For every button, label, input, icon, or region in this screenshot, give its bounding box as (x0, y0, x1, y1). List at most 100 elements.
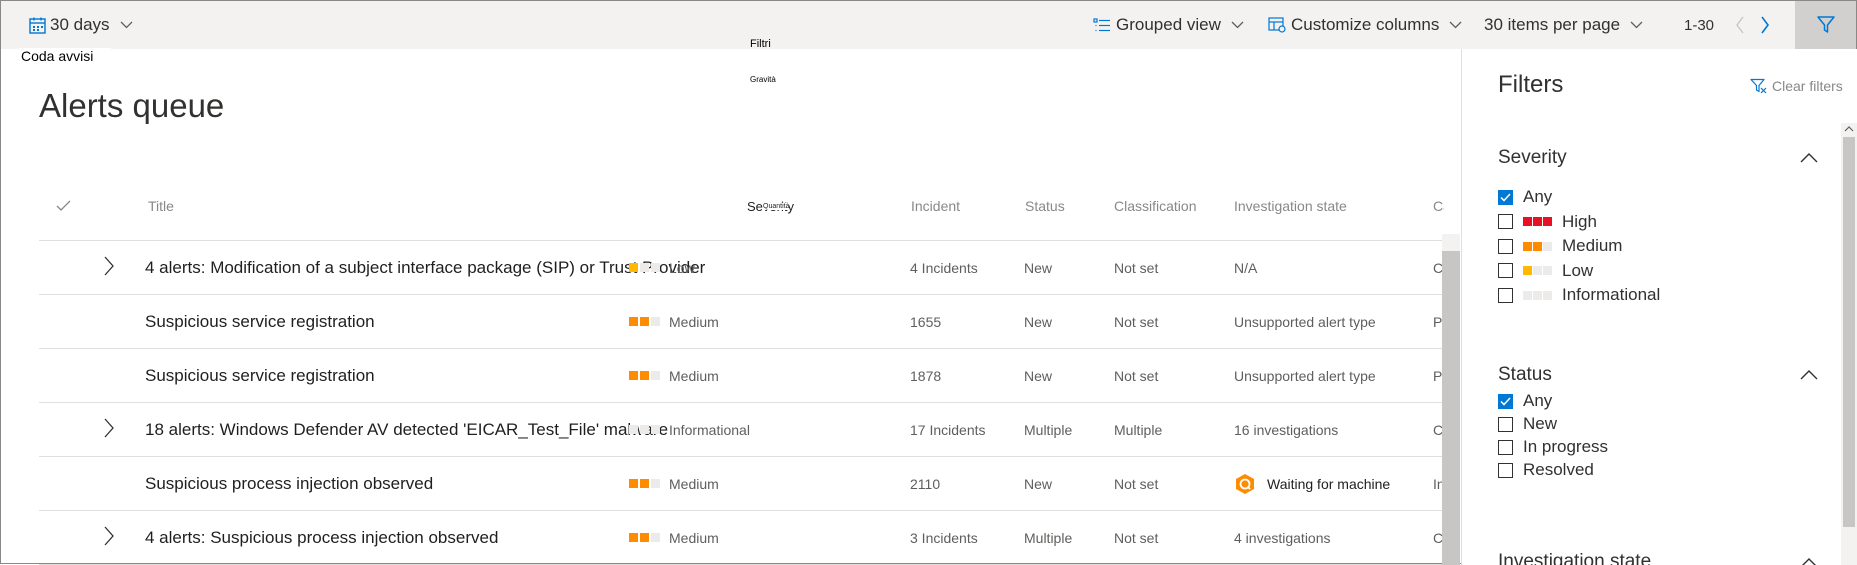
severity-bar (640, 533, 649, 542)
column-header-title[interactable]: Title (148, 198, 174, 214)
cell-classification: Not set (1114, 259, 1159, 276)
severity-bar (640, 425, 649, 434)
checkbox[interactable] (1498, 263, 1513, 278)
severity-indicator (1523, 266, 1552, 275)
cell-classification: Not set (1114, 313, 1159, 330)
severity-option-any[interactable]: Any (1498, 187, 1552, 207)
cell-status: New (1024, 259, 1053, 276)
filter-toggle-button[interactable] (1795, 1, 1856, 49)
previous-page-button[interactable] (1730, 13, 1750, 37)
date-range-picker[interactable]: 30 days (29, 1, 133, 49)
table-scrollbar[interactable] (1442, 234, 1460, 565)
cell-severity: Medium (629, 457, 719, 510)
column-header-severity[interactable]: Severity Quantità (747, 199, 794, 214)
checkbox[interactable] (1498, 439, 1513, 455)
severity-label: Medium (669, 529, 719, 546)
checkbox[interactable] (1498, 462, 1513, 478)
next-page-button[interactable] (1755, 13, 1775, 37)
column-header-status[interactable]: Status (1025, 198, 1065, 214)
severity-bar (1533, 241, 1542, 251)
select-all-check-icon[interactable] (56, 200, 71, 212)
clear-filters-label: Clear filters (1772, 78, 1843, 94)
grouped-view-button[interactable]: Grouped view (1093, 1, 1244, 49)
column-header-investigation-state[interactable]: Investigation state (1234, 198, 1347, 214)
status-option-in-progress[interactable]: In progress (1498, 437, 1608, 457)
cell-classification: Not set (1114, 367, 1159, 384)
table-row[interactable]: 4 alerts: Suspicious process injection o… (39, 510, 1444, 564)
alert-title[interactable]: Suspicious process injection observed (145, 457, 433, 510)
scroll-up-arrow-icon[interactable] (1844, 125, 1854, 133)
chevron-right-icon (1761, 16, 1769, 34)
checkbox[interactable] (1498, 393, 1513, 409)
column-header-classification[interactable]: Classification (1114, 198, 1196, 214)
option-label: Any (1523, 391, 1553, 410)
filters-scrollbar-thumb[interactable] (1843, 137, 1855, 527)
chevron-right-icon[interactable] (101, 417, 117, 439)
filters-panel-title: Filters (1498, 71, 1564, 98)
table-row[interactable]: 4 alerts: Modification of a subject inte… (39, 240, 1444, 294)
table-scrollbar-thumb[interactable] (1442, 251, 1460, 565)
severity-option-informational[interactable]: Informational (1498, 285, 1660, 305)
columns-settings-icon (1268, 17, 1286, 33)
alerts-table: Title Severity Quantità Incident Status … (39, 181, 1444, 565)
chevron-down-icon (1449, 21, 1462, 29)
column-header-incident[interactable]: Incident (911, 198, 960, 214)
chevron-up-icon[interactable] (1800, 369, 1818, 381)
overlay-label-filtri: Filtri (750, 38, 771, 50)
severity-option-low[interactable]: Low (1498, 261, 1593, 281)
checkbox[interactable] (1498, 416, 1513, 432)
severity-option-high[interactable]: High (1498, 212, 1597, 232)
table-row[interactable]: 18 alerts: Windows Defender AV detected … (39, 402, 1444, 456)
cell-incident: 2110 (910, 475, 941, 492)
option-label: Medium (1562, 236, 1623, 255)
column-header-category[interactable]: Cate (1433, 198, 1444, 214)
status-option-new[interactable]: New (1498, 414, 1557, 434)
chevron-up-icon[interactable] (1800, 152, 1818, 164)
table-row[interactable]: Suspicious service registration Medium 165… (39, 294, 1444, 348)
filters-scrollbar[interactable] (1841, 123, 1857, 565)
checkmark-icon (1500, 396, 1511, 406)
cell-severity: Low (629, 241, 695, 294)
checkbox[interactable] (1498, 214, 1513, 229)
alert-title[interactable]: Suspicious service registration (145, 295, 375, 348)
cell-investigation: N/A (1234, 259, 1258, 276)
alert-title[interactable]: 4 alerts: Suspicious process injection o… (145, 511, 498, 564)
customize-columns-button[interactable]: Customize columns (1268, 1, 1462, 49)
severity-bar (1543, 290, 1552, 300)
list-view-icon (1093, 17, 1110, 31)
chevron-right-icon[interactable] (101, 525, 117, 547)
severity-indicator (629, 371, 660, 380)
option-label: Any (1523, 187, 1553, 206)
cell-incident: 1878 (910, 367, 942, 384)
cell-status: New (1024, 475, 1053, 492)
cell-category: P (1433, 367, 1443, 384)
items-per-page-dropdown[interactable]: 30 items per page (1484, 1, 1643, 49)
severity-bar (640, 479, 649, 488)
severity-bar (1523, 290, 1532, 300)
grouped-view-label: Grouped view (1116, 15, 1221, 34)
table-header: Title Severity Quantità Incident Status … (39, 181, 1444, 231)
chevron-right-icon[interactable] (101, 255, 117, 277)
alert-title[interactable]: 4 alerts: Modification of a subject inte… (145, 241, 705, 294)
status-option-any[interactable]: Any (1498, 391, 1552, 411)
cell-severity: Medium (629, 511, 719, 564)
clear-filters-button[interactable]: Clear filters (1750, 78, 1843, 94)
cell-status: Multiple (1024, 421, 1073, 438)
cell-classification: Not set (1114, 475, 1159, 492)
cell-incident: 17 Incidents (910, 421, 986, 438)
items-per-page-label: 30 items per page (1484, 15, 1621, 34)
cell-category: P (1433, 313, 1443, 330)
table-row[interactable]: Suspicious service registration Medium 187… (39, 348, 1444, 402)
table-row[interactable]: Suspicious process injection observed Med… (39, 456, 1444, 510)
severity-option-medium[interactable]: Medium (1498, 236, 1622, 256)
alert-title[interactable]: 18 alerts: Windows Defender AV detected … (145, 403, 668, 456)
status-option-resolved[interactable]: Resolved (1498, 460, 1594, 480)
checkbox[interactable] (1498, 189, 1513, 205)
cell-investigation: Unsupported alert type (1234, 367, 1376, 384)
severity-indicator (629, 317, 660, 326)
alert-title[interactable]: Suspicious service registration (145, 349, 375, 402)
severity-bar (1533, 217, 1542, 226)
checkbox[interactable] (1498, 287, 1513, 303)
checkbox[interactable] (1498, 238, 1513, 254)
severity-bar (629, 317, 638, 326)
